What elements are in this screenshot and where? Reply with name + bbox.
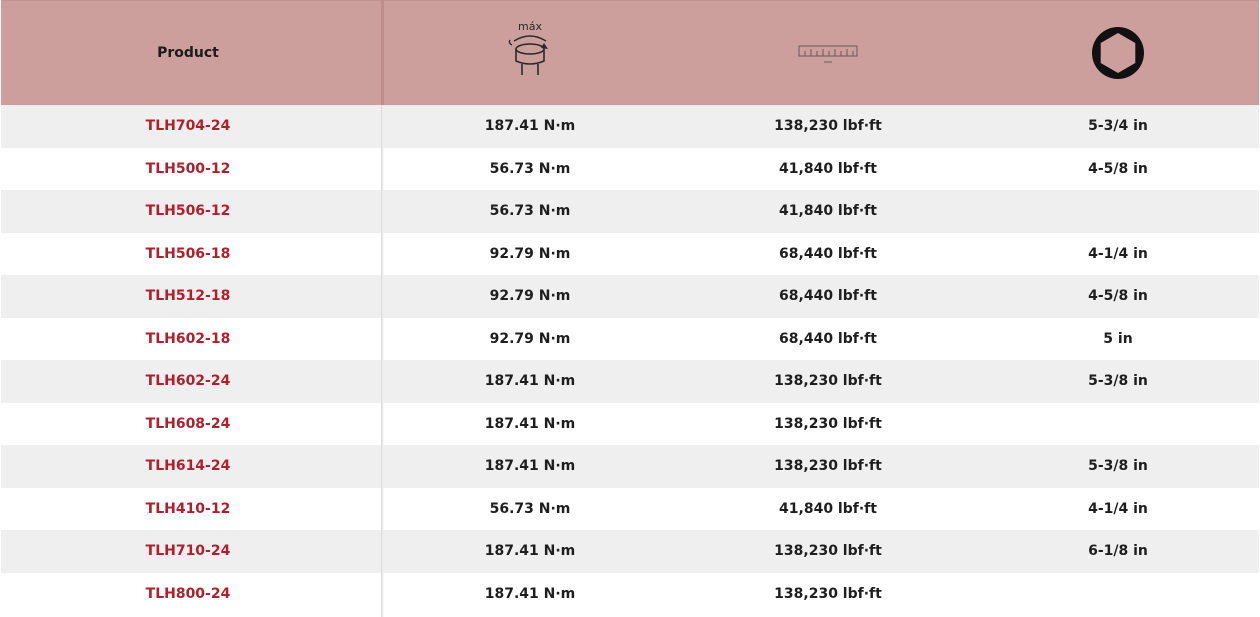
table-row: TLH410-12 56.73 N·m 41,840 lbf·ft 4-1/4 in [0, 487, 1259, 530]
torque-lbf-cell: 41,840 lbf·ft [779, 203, 877, 220]
product-column-header: Product [157, 45, 219, 61]
table-body: TLH704-24 187.41 N·m 138,230 lbf·ft 5-3/4 i… [1, 105, 1259, 615]
product-link[interactable]: TLH710-24 [0, 543, 381, 559]
torque-nm-cell: 56.73 N·m [489, 203, 571, 220]
product-link[interactable]: TLH602-18 [0, 331, 381, 347]
torque-nm-cell: 92.79 N·m [489, 245, 571, 262]
table-header: Product máx [1, 0, 1259, 105]
product-link[interactable]: TLH506-18 [0, 246, 381, 262]
table-row: TLH512-18 92.79 N·m 68,440 lbf·ft 4-5/8 in [1, 275, 1259, 318]
hex-size-cell: 5-3/8 in [1088, 458, 1148, 475]
hex-size-column-header [977, 1, 1259, 105]
table-row: TLH506-18 92.79 N·m 68,440 lbf·ft 4-1/4 in [0, 232, 1259, 275]
torque-lbf-cell: 138,230 lbf·ft [774, 585, 882, 602]
table-row: TLH608-24 187.41 N·m 138,230 lbf·ft [0, 402, 1259, 445]
table-row: TLH506-12 56.73 N·m 41,840 lbf·ft [1, 190, 1259, 233]
product-link[interactable]: TLH608-24 [0, 416, 381, 432]
table-row: TLH800-24 187.41 N·m 138,230 lbf·ft [0, 572, 1259, 615]
product-link[interactable]: TLH602-24 [0, 373, 381, 389]
torque-max-label: máx [518, 21, 542, 33]
torque-nm-cell: 92.79 N·m [489, 288, 571, 305]
ruler-scale-icon [798, 45, 858, 63]
torque-lbf-cell: 138,230 lbf·ft [774, 373, 882, 390]
torque-nm-cell: 187.41 N·m [484, 373, 576, 390]
hex-size-cell: 6-1/8 in [1088, 543, 1148, 560]
torque-lbf-cell: 68,440 lbf·ft [779, 245, 877, 262]
torque-nm-cell: 56.73 N·m [489, 160, 571, 177]
torque-nm-cell: 187.41 N·m [484, 585, 576, 602]
product-spec-table: Product máx TLH704-24 187.41 N·m 138,230… [1, 0, 1259, 617]
table-row: TLH614-24 187.41 N·m 138,230 lbf·ft 5-3/8 i… [1, 445, 1259, 488]
torque-nm-cell: 92.79 N·m [489, 330, 571, 347]
torque-lbf-cell: 68,440 lbf·ft [779, 288, 877, 305]
table-row: TLH500-12 56.73 N·m 41,840 lbf·ft 4-5/8 in [0, 147, 1259, 190]
product-link[interactable]: TLH506-12 [0, 203, 381, 219]
hex-socket-icon [1092, 27, 1144, 79]
product-link[interactable]: TLH704-24 [0, 118, 381, 134]
product-link[interactable]: TLH500-12 [0, 161, 381, 177]
torque-lbf-cell: 138,230 lbf·ft [774, 458, 882, 475]
product-link[interactable]: TLH410-12 [0, 501, 381, 517]
table-row: TLH710-24 187.41 N·m 138,230 lbf·ft 6-1/8 i… [1, 530, 1259, 573]
torque-lbf-cell: 41,840 lbf·ft [779, 500, 877, 517]
hex-size-cell: 5-3/4 in [1088, 118, 1148, 135]
max-torque-column-header: máx [381, 1, 679, 105]
table-row: TLH704-24 187.41 N·m 138,230 lbf·ft 5-3/4 i… [1, 105, 1259, 148]
torque-lbf-cell: 41,840 lbf·ft [779, 160, 877, 177]
hex-size-cell: 4-1/4 in [1088, 245, 1148, 262]
hex-size-cell: 5-3/8 in [1088, 373, 1148, 390]
product-link[interactable]: TLH512-18 [0, 288, 381, 304]
table-row: TLH602-18 92.79 N·m 68,440 lbf·ft 5 in [0, 317, 1259, 360]
hex-size-cell: 4-5/8 in [1088, 160, 1148, 177]
hex-size-cell: 4-1/4 in [1088, 500, 1148, 517]
torque-nm-cell: 56.73 N·m [489, 500, 571, 517]
hex-size-cell: 5 in [1103, 330, 1133, 347]
torque-lbf-cell: 68,440 lbf·ft [779, 330, 877, 347]
torque-nm-cell: 187.41 N·m [484, 543, 576, 560]
torque-nm-cell: 187.41 N·m [484, 118, 576, 135]
torque-lbf-cell: 138,230 lbf·ft [774, 543, 882, 560]
torque-lbf-cell: 138,230 lbf·ft [774, 415, 882, 432]
torque-nm-cell: 187.41 N·m [484, 415, 576, 432]
torque-nm-cell: 187.41 N·m [484, 458, 576, 475]
table-row: TLH602-24 187.41 N·m 138,230 lbf·ft 5-3/8 i… [1, 360, 1259, 403]
torque-lbf-column-header [679, 1, 977, 105]
hex-size-cell: 4-5/8 in [1088, 288, 1148, 305]
torque-lbf-cell: 138,230 lbf·ft [774, 118, 882, 135]
header-column-divider [381, 0, 384, 105]
product-link[interactable]: TLH614-24 [0, 458, 381, 474]
product-link[interactable]: TLH800-24 [0, 586, 381, 602]
max-torque-icon: máx [508, 21, 548, 75]
